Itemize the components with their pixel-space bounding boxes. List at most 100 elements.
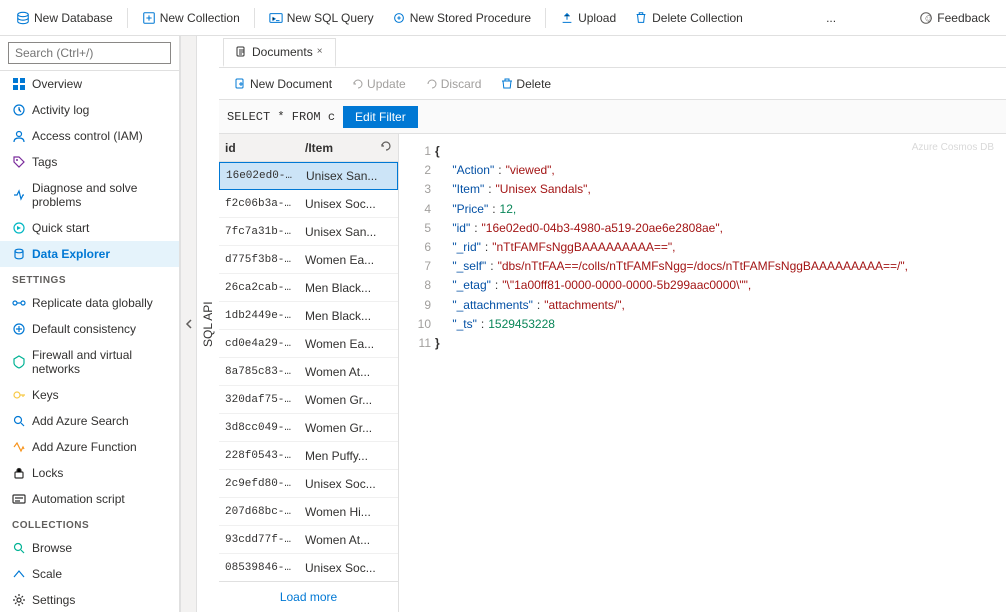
sidebar-item-replicate[interactable]: Replicate data globally (0, 290, 179, 316)
json-key: "_self" (452, 257, 486, 276)
sidebar-item-firewall[interactable]: Firewall and virtual networks (0, 342, 179, 382)
table-row[interactable]: 08539846-... Unisex Soc... (219, 554, 398, 581)
cell-item: Women Ea... (299, 333, 398, 355)
cell-id: 320daf75-... (219, 390, 299, 410)
search-input[interactable] (8, 42, 171, 64)
new-stored-procedure-button[interactable]: New Stored Procedure (384, 7, 539, 29)
feedback-button[interactable]: ☺ Feedback (911, 7, 998, 29)
line-number: 8 (407, 276, 431, 295)
cell-item: Unisex Soc... (299, 557, 398, 579)
sidebar-item-quick-start[interactable]: Quick start (0, 215, 179, 241)
cell-item: Women Hi... (299, 501, 398, 523)
table-row[interactable]: d775f3b8-... Women Ea... (219, 246, 398, 274)
new-collection-button[interactable]: New Collection (134, 7, 248, 29)
cell-id: 8a785c83-... (219, 362, 299, 382)
sidebar-item-tags[interactable]: Tags (0, 149, 179, 175)
sidebar-item-automation[interactable]: Automation script (0, 486, 179, 512)
new-document-button[interactable]: New Document (227, 74, 340, 94)
cell-id: f2c06b3a-... (219, 194, 299, 214)
table-row[interactable]: 8a785c83-... Women At... (219, 358, 398, 386)
json-line: 3 "Item": "Unisex Sandals", (407, 180, 998, 199)
table-header: id /Item (219, 134, 398, 162)
documents-tab-icon (236, 46, 248, 58)
sidebar-item-activity-log[interactable]: Activity log (0, 97, 179, 123)
sidebar-item-scale[interactable]: Scale (0, 561, 179, 587)
sidebar-item-consistency[interactable]: Default consistency (0, 316, 179, 342)
sidebar-item-settings[interactable]: Settings (0, 587, 179, 612)
new-sql-query-button[interactable]: New SQL Query (261, 7, 382, 29)
json-key: "id" (452, 219, 470, 238)
cell-id: 3d8cc049-... (219, 418, 299, 438)
table-row[interactable]: 320daf75-... Women Gr... (219, 386, 398, 414)
sidebar-item-data-explorer[interactable]: Data Explorer (0, 241, 179, 267)
line-number: 6 (407, 238, 431, 257)
update-button[interactable]: Update (344, 74, 414, 94)
line-number: 7 (407, 257, 431, 276)
table-row[interactable]: 2c9efd80-... Unisex Soc... (219, 470, 398, 498)
sql-api-label[interactable]: SQL API (196, 36, 219, 612)
feedback-icon: ☺ (919, 11, 933, 25)
json-line: 2 "Action": "viewed", (407, 161, 998, 180)
sidebar-item-add-azure-function[interactable]: Add Azure Function (0, 434, 179, 460)
table-row[interactable]: cd0e4a29-... Women Ea... (219, 330, 398, 358)
cell-id: 228f0543-... (219, 446, 299, 466)
table-row[interactable]: f2c06b3a-... Unisex Soc... (219, 190, 398, 218)
col-id-header: id (219, 137, 299, 159)
json-key: "Action" (452, 161, 494, 180)
table-row[interactable]: 7fc7a31b-... Unisex San... (219, 218, 398, 246)
line-number: 10 (407, 315, 431, 334)
procedure-icon (392, 11, 406, 25)
upload-button[interactable]: Upload (552, 7, 624, 29)
line-number: 1 (407, 142, 431, 161)
sidebar-item-overview[interactable]: Overview (0, 71, 179, 97)
search-container (0, 36, 179, 71)
sidebar-item-access-control[interactable]: Access control (IAM) (0, 123, 179, 149)
table-row[interactable]: 93cdd77f-... Women At... (219, 526, 398, 554)
table-row[interactable]: 16e02ed0-... Unisex San... (219, 162, 398, 190)
cell-item: Unisex San... (300, 165, 397, 187)
delete-button[interactable]: Delete (493, 74, 559, 94)
cell-id: 08539846-... (219, 558, 299, 578)
json-key: "_etag" (452, 276, 491, 295)
json-value: "attachments/", (544, 296, 625, 315)
load-more-button[interactable]: Load more (219, 581, 398, 612)
tab-close-button[interactable]: × (317, 46, 323, 57)
cell-item: Unisex Soc... (299, 473, 398, 495)
documents-tab[interactable]: Documents × (223, 38, 336, 67)
data-panel: Documents × New Document Update Discard (219, 36, 1006, 612)
sidebar-item-locks[interactable]: Locks (0, 460, 179, 486)
sidebar-item-browse[interactable]: Browse (0, 535, 179, 561)
table-row[interactable]: 207d68bc-... Women Hi... (219, 498, 398, 526)
edit-filter-button[interactable]: Edit Filter (343, 106, 418, 128)
refresh-icon[interactable] (380, 140, 392, 155)
query-icon (269, 11, 283, 25)
json-line: 11} (407, 334, 998, 353)
cell-item: Women Gr... (299, 389, 398, 411)
azure-search-icon (12, 414, 26, 428)
sidebar-item-diagnose[interactable]: Diagnose and solve problems (0, 175, 179, 215)
table-row[interactable]: 3d8cc049-... Women Gr... (219, 414, 398, 442)
replicate-icon (12, 296, 26, 310)
more-button[interactable]: ... (818, 7, 844, 29)
svg-text:☺: ☺ (924, 12, 934, 24)
database-icon (16, 11, 30, 25)
collections-header: COLLECTIONS (0, 512, 179, 535)
action-bar: New Document Update Discard Delete (219, 68, 1006, 100)
json-line: 9 "_attachments": "attachments/", (407, 296, 998, 315)
sidebar-collapse-button[interactable] (180, 36, 196, 612)
sidebar-item-add-azure-search[interactable]: Add Azure Search (0, 408, 179, 434)
table-row[interactable]: 228f0543-... Men Puffy... (219, 442, 398, 470)
json-line: 7 "_self": "dbs/nTtFAA==/colls/nTtFAMFsN… (407, 257, 998, 276)
cell-id: 7fc7a31b-... (219, 222, 299, 242)
collection-icon (142, 11, 156, 25)
discard-button[interactable]: Discard (418, 74, 490, 94)
json-key: "_ts" (452, 315, 477, 334)
table-row[interactable]: 26ca2cab-... Men Black... (219, 274, 398, 302)
delete-collection-button[interactable]: Delete Collection (626, 7, 751, 29)
json-value: "\"1a00ff81-0000-0000-0000-5b299aac0000\… (502, 276, 751, 295)
table-row[interactable]: 1db2449e-... Men Black... (219, 302, 398, 330)
json-line: 4 "Price": 12, (407, 200, 998, 219)
json-key: "Item" (452, 180, 484, 199)
new-database-button[interactable]: New Database (8, 7, 121, 29)
sidebar-item-keys[interactable]: Keys (0, 382, 179, 408)
